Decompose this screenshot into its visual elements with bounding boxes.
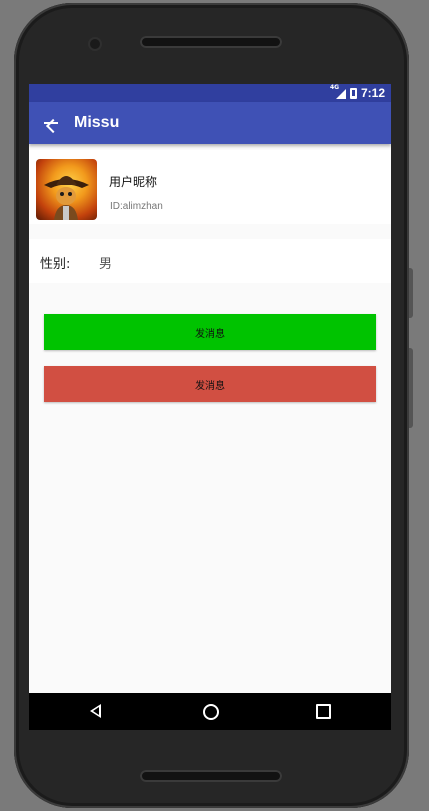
avatar[interactable] xyxy=(36,159,97,220)
navigation-bar xyxy=(29,693,391,730)
front-camera xyxy=(90,39,100,49)
volume-button xyxy=(409,348,413,428)
gender-value: 男 xyxy=(99,257,113,272)
app-screen: 4G 7:12 Missu 用户昵称 ID:alimzhan 性别: 男 发消息… xyxy=(29,84,391,730)
gender-label: 性别: xyxy=(40,257,71,272)
power-button xyxy=(409,268,413,318)
status-icons: 4G 7:12 xyxy=(330,84,385,100)
app-bar: Missu xyxy=(29,102,391,144)
gender-row: 性别: 男 xyxy=(29,239,391,283)
status-bar: 4G 7:12 xyxy=(29,84,391,102)
send-message-button-secondary[interactable]: 发消息 xyxy=(44,366,376,402)
top-speaker xyxy=(140,36,282,48)
battery-icon xyxy=(349,87,357,99)
send-message-button[interactable]: 发消息 xyxy=(44,314,376,350)
square-recents-icon[interactable] xyxy=(316,704,331,719)
profile-card[interactable]: 用户昵称 ID:alimzhan xyxy=(29,150,391,224)
arrow-left-icon[interactable] xyxy=(43,115,61,134)
triangle-back-icon[interactable] xyxy=(90,704,101,718)
avatar-image xyxy=(44,176,89,220)
user-id: ID:alimzhan xyxy=(110,201,163,212)
bottom-speaker xyxy=(140,770,282,782)
user-nickname: 用户昵称 xyxy=(109,175,158,189)
status-time: 7:12 xyxy=(360,86,385,100)
circle-home-icon[interactable] xyxy=(203,704,219,720)
signal-icon: 4G xyxy=(330,84,346,99)
app-title: Missu xyxy=(74,114,120,131)
